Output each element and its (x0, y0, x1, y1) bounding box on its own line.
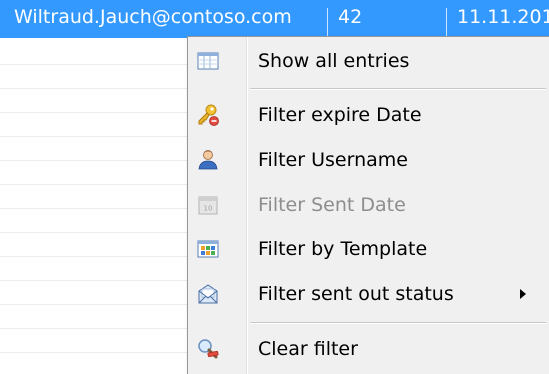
menu-separator (250, 88, 546, 90)
menu-item-label: Filter expire Date (258, 104, 422, 126)
context-menu: Show all entries Filter expire Date Filt… (187, 36, 549, 374)
menu-separator (250, 322, 546, 324)
email-cell[interactable]: Wiltraud.Jauch@contoso.com (6, 0, 324, 38)
menu-item-clear-filter[interactable]: Clear filter (188, 330, 549, 368)
menu-item-filter-by-template[interactable]: Filter by Template (188, 230, 549, 268)
menu-item-label: Filter Username (258, 149, 408, 171)
envelope-icon (196, 282, 220, 306)
count-cell[interactable]: 42 (330, 0, 445, 38)
menu-item-filter-expire-date[interactable]: Filter expire Date (188, 96, 549, 134)
menu-item-filter-username[interactable]: Filter Username (188, 141, 549, 179)
table-row-selected[interactable]: Wiltraud.Jauch@contoso.com 42 11.11.201 (0, 0, 549, 38)
clear-filter-icon (196, 337, 220, 361)
column-separator (327, 8, 328, 38)
menu-item-filter-sent-out-status[interactable]: Filter sent out status (188, 275, 549, 313)
menu-item-filter-sent-date: 10 Filter Sent Date (188, 186, 549, 224)
list-icon (196, 49, 220, 73)
menu-item-show-all-entries[interactable]: Show all entries (188, 42, 549, 80)
column-separator (446, 8, 447, 38)
date-cell[interactable]: 11.11.201 (449, 0, 549, 38)
key-icon (196, 103, 220, 127)
menu-item-label: Filter by Template (258, 238, 428, 260)
menu-item-label: Filter sent out status (258, 283, 454, 305)
calendar-icon: 10 (196, 193, 220, 217)
menu-item-label: Show all entries (258, 50, 410, 72)
menu-item-label: Clear filter (258, 338, 358, 360)
template-icon (196, 237, 220, 261)
menu-item-label: Filter Sent Date (258, 194, 406, 216)
svg-text:10: 10 (204, 205, 213, 213)
submenu-arrow-icon (520, 289, 526, 299)
user-icon (196, 148, 220, 172)
